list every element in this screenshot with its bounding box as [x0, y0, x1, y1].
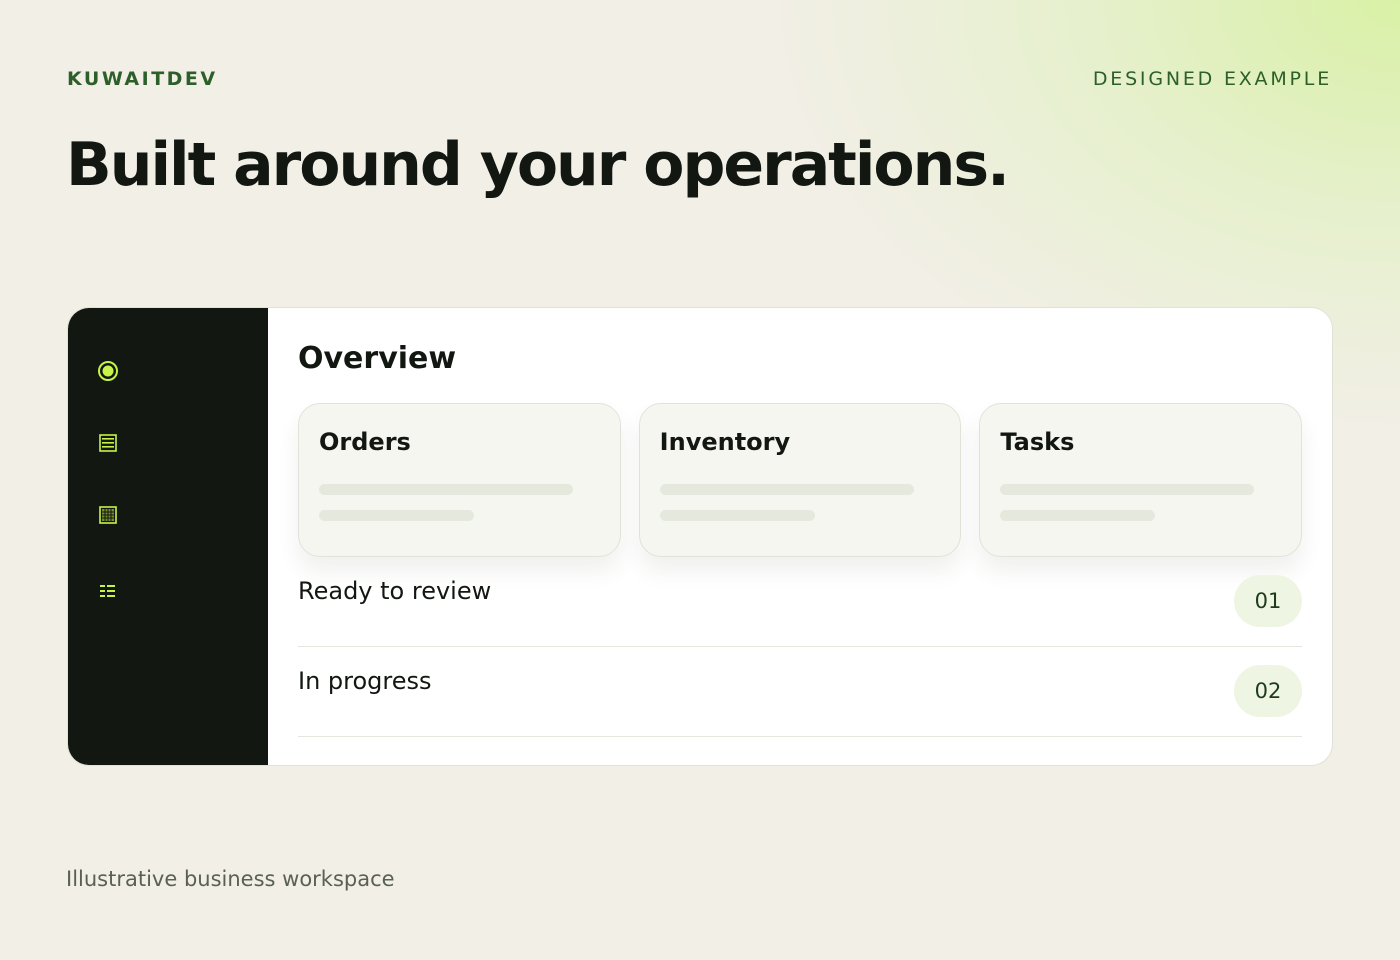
tile-row: Orders Inventory Tasks — [298, 403, 1303, 557]
tile-tasks[interactable]: Tasks — [979, 403, 1303, 557]
list-item-ready-to-review[interactable]: Ready to review 01 — [298, 557, 1302, 647]
list-icon[interactable] — [97, 432, 119, 454]
sidebar — [68, 308, 268, 765]
main-panel: Overview Orders Inventory Tasks Ready to… — [298, 308, 1303, 765]
count-badge: 02 — [1234, 665, 1302, 717]
brand-logo[interactable]: KUWAITDEV — [67, 68, 218, 90]
tile-title: Tasks — [1000, 428, 1075, 456]
tile-orders[interactable]: Orders — [298, 403, 621, 557]
placeholder-bar — [659, 484, 914, 495]
placeholder-bar — [659, 510, 815, 521]
count-badge: 01 — [1234, 575, 1302, 627]
checklist-icon[interactable] — [97, 580, 119, 602]
page-headline: Built around your operations. — [66, 130, 1010, 200]
placeholder-bar — [319, 510, 474, 521]
list-item-label: Ready to review — [298, 577, 492, 605]
placeholder-bar — [319, 484, 573, 495]
placeholder-bar — [1000, 484, 1255, 495]
tile-title: Orders — [319, 428, 411, 456]
caption: Illustrative business workspace — [66, 867, 395, 891]
target-icon[interactable] — [97, 360, 119, 382]
grid-icon[interactable] — [97, 504, 119, 526]
designed-example-tag: DESIGNED EXAMPLE — [1092, 68, 1332, 90]
tile-title: Inventory — [659, 428, 791, 456]
list-item-in-progress[interactable]: In progress 02 — [298, 647, 1302, 737]
tile-inventory[interactable]: Inventory — [638, 403, 962, 557]
list-item-label: In progress — [298, 667, 432, 695]
overview-title: Overview — [298, 341, 457, 376]
workspace-card: Overview Orders Inventory Tasks Ready to… — [67, 307, 1333, 766]
placeholder-bar — [1000, 510, 1156, 521]
